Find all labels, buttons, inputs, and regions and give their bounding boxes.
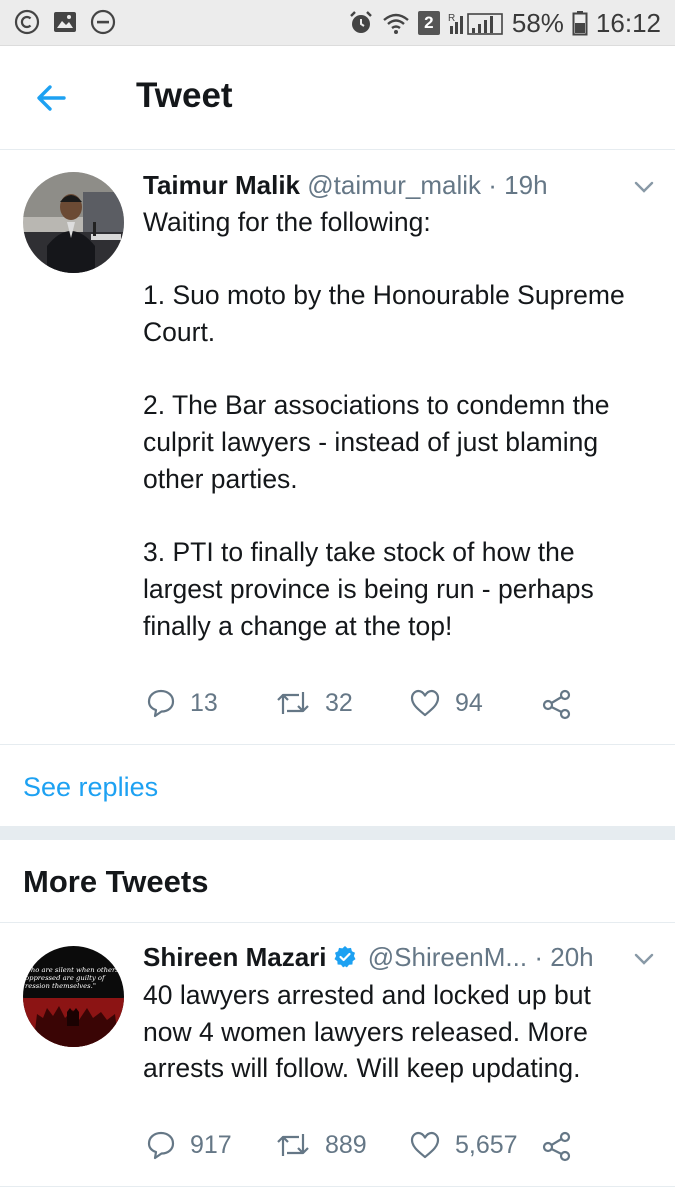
page-title: Tweet bbox=[136, 76, 233, 115]
battery-percent: 58% bbox=[511, 8, 564, 38]
share-button[interactable] bbox=[541, 1130, 573, 1162]
tweet-text-line: finally a change at the top! bbox=[143, 610, 453, 641]
more-tweets-heading: More Tweets bbox=[23, 864, 209, 899]
battery-icon bbox=[572, 11, 588, 36]
retweet-count: 889 bbox=[325, 1130, 367, 1159]
chevron-down-icon[interactable] bbox=[633, 952, 655, 966]
separator-dot: · bbox=[488, 170, 497, 200]
heart-icon bbox=[410, 1131, 440, 1159]
clock: 16:12 bbox=[595, 8, 661, 38]
retweet-icon bbox=[277, 692, 309, 714]
reply-icon bbox=[147, 689, 175, 718]
svg-text:R: R bbox=[448, 13, 455, 24]
retweet-button[interactable]: 32 bbox=[275, 688, 353, 718]
see-replies-link[interactable]: See replies bbox=[23, 772, 158, 803]
chevron-down-icon[interactable] bbox=[633, 180, 655, 194]
retweet-count: 32 bbox=[325, 688, 353, 717]
tweet-text-line: now 4 women lawyers released. More bbox=[143, 1016, 588, 1047]
profile-photo: who are silent when others oppressed are… bbox=[23, 946, 124, 1047]
separator-dot: · bbox=[534, 942, 543, 972]
tweet-text-line: 2. The Bar associations to condemn the bbox=[143, 390, 610, 421]
author-handle[interactable]: @taimur_malik bbox=[307, 170, 481, 200]
wifi-icon bbox=[383, 13, 409, 34]
like-count: 94 bbox=[455, 688, 483, 717]
tweet-text-line: largest province is being run - perhaps bbox=[143, 573, 594, 604]
like-button[interactable]: 5,657 bbox=[409, 1130, 518, 1160]
share-icon bbox=[542, 1131, 571, 1162]
author-handle[interactable]: @ShireenM... bbox=[368, 942, 527, 972]
tweet-actions: 917 889 5,657 bbox=[143, 1130, 653, 1170]
divider bbox=[0, 922, 675, 923]
avatar-text-line: who are silent when others bbox=[25, 966, 119, 974]
author-name[interactable]: Taimur Malik bbox=[143, 170, 300, 200]
retweet-icon bbox=[277, 1134, 309, 1156]
profile-photo bbox=[23, 172, 124, 273]
tweet-author-line: Shireen Mazari @ShireenM... · 20h bbox=[143, 942, 594, 973]
tweet-text-line: 1. Suo moto by the Honourable Supreme bbox=[143, 280, 625, 311]
do-not-disturb-icon bbox=[90, 9, 116, 35]
verified-badge-icon bbox=[334, 946, 356, 968]
tweet-author-line: Taimur Malik @taimur_malik · 19h bbox=[143, 170, 548, 201]
heart-icon bbox=[410, 689, 440, 717]
retweet-button[interactable]: 889 bbox=[275, 1130, 367, 1160]
tweet-body: 40 lawyers arrested and locked up but no… bbox=[143, 977, 653, 1087]
avatar-text-line: ression themselves." bbox=[25, 982, 96, 990]
app-header: Tweet bbox=[0, 46, 675, 150]
image-icon bbox=[54, 12, 76, 32]
tweet-time[interactable]: 20h bbox=[550, 942, 593, 972]
tweet-actions: 13 32 94 bbox=[143, 688, 653, 728]
tweet-text-line: 40 lawyers arrested and locked up but bbox=[143, 980, 591, 1010]
avatar-text-line: oppressed are guilty of bbox=[25, 974, 106, 982]
tweet-text-line: arrests will follow. Will keep updating. bbox=[143, 1053, 581, 1084]
reply-button[interactable]: 13 bbox=[146, 688, 218, 718]
reply-button[interactable]: 917 bbox=[146, 1130, 232, 1160]
share-button[interactable] bbox=[541, 688, 573, 720]
avatar[interactable] bbox=[23, 172, 124, 273]
share-icon bbox=[542, 689, 571, 720]
status-bar: 2 R 58% 16:12 bbox=[0, 0, 675, 46]
reply-count: 13 bbox=[190, 688, 218, 717]
tweet-body: Waiting for the following: 1. Suo moto b… bbox=[143, 204, 653, 644]
section-separator bbox=[0, 826, 675, 840]
status-left-icons bbox=[14, 9, 116, 35]
signal-icon: R bbox=[448, 13, 503, 35]
tweet-time[interactable]: 19h bbox=[504, 170, 547, 200]
tweet-text-line: culprit lawyers - instead of just blamin… bbox=[143, 427, 599, 458]
divider bbox=[0, 744, 675, 745]
back-arrow-icon[interactable] bbox=[30, 78, 74, 118]
tweet-text-line: other parties. bbox=[143, 463, 298, 494]
like-count: 5,657 bbox=[455, 1130, 518, 1159]
alarm-icon bbox=[350, 11, 372, 33]
reply-icon bbox=[147, 1131, 175, 1160]
like-button[interactable]: 94 bbox=[409, 688, 483, 718]
tweet-text-line: Court. bbox=[143, 317, 216, 348]
avatar[interactable]: who are silent when others oppressed are… bbox=[23, 946, 124, 1047]
divider bbox=[0, 1186, 675, 1187]
author-name[interactable]: Shireen Mazari bbox=[143, 942, 327, 972]
tweet-text-line: Waiting for the following: bbox=[143, 207, 431, 237]
reply-count: 917 bbox=[190, 1130, 232, 1159]
status-right-icons: 2 R 58% 16:12 bbox=[348, 6, 661, 40]
sim-badge: 2 bbox=[417, 11, 440, 35]
circle-c-icon bbox=[14, 9, 40, 35]
tweet-text-line: 3. PTI to finally take stock of how the bbox=[143, 537, 575, 568]
